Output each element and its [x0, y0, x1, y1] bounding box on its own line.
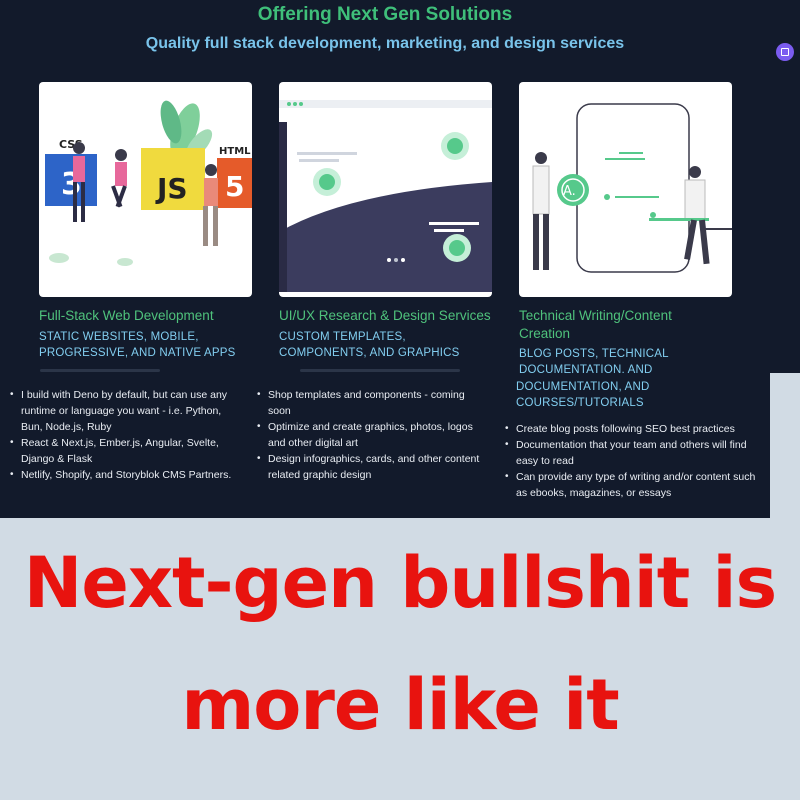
list-item: I build with Deno by default, but can us…	[9, 387, 244, 435]
card-tags-technical-writing-lower: DOCUMENTATION, AND COURSES/TUTORIALS	[516, 381, 650, 409]
card-title-fullstack: Full-Stack Web Development	[39, 308, 214, 323]
list-item: Design infographics, cards, and other co…	[256, 451, 484, 483]
technical-writing-illustration: A.	[519, 82, 732, 297]
section-subtitle: Quality full stack development, marketin…	[145, 35, 625, 52]
avatar-badge-letter: A.	[563, 184, 576, 199]
meme-caption-line-1: Next-gen bullshit is	[23, 542, 777, 624]
list-item: Optimize and create graphics, photos, lo…	[256, 419, 484, 451]
html-number: 5	[225, 170, 244, 203]
html-label: HTML	[219, 146, 251, 157]
list-item: Netlify, Shopify, and Storyblok CMS Part…	[9, 467, 244, 483]
cut-text-remnant	[40, 369, 160, 372]
meme-caption-line-2: more like it	[181, 664, 619, 746]
list-item: Can provide any type of writing and/or c…	[504, 469, 759, 501]
card-tags-technical-writing-upper: BLOG POSTS, TECHNICAL DOCUMENTATION, AND	[519, 348, 669, 373]
card-tags-fullstack: STATIC WEBSITES, MOBILE, PROGRESSIVE, AN…	[39, 331, 236, 359]
card-title-uiux: UI/UX Research & Design Services	[279, 308, 491, 323]
card-title-technical-writing: Technical Writing/Content Creation	[519, 308, 672, 341]
js-label: JS	[155, 172, 188, 205]
uiux-illustration	[279, 82, 492, 297]
cut-text-remnant	[300, 369, 460, 372]
list-item: Shop templates and components - coming s…	[256, 387, 484, 419]
fullstack-illustration: CSS 3 JS HTML 5	[39, 82, 252, 297]
floating-edit-button[interactable]	[776, 43, 794, 61]
fullstack-bullet-list: I build with Deno by default, but can us…	[9, 387, 244, 483]
services-section-upper: Offering Next Gen Solutions Quality full…	[0, 0, 800, 373]
website-screenshot: Offering Next Gen Solutions Quality full…	[0, 0, 800, 518]
fullstack-illustration-svg: CSS 3 JS HTML 5	[45, 100, 252, 266]
section-title: Offering Next Gen Solutions	[257, 4, 513, 25]
technical-writing-illustration-svg: A.	[532, 103, 732, 273]
technical-writing-bullet-list: Create blog posts following SEO best pra…	[504, 421, 759, 501]
card-tags-uiux: CUSTOM TEMPLATES, COMPONENTS, AND GRAPHI…	[279, 331, 460, 359]
list-item: React & Next.js, Ember.js, Angular, Svel…	[9, 435, 244, 467]
uiux-illustration-svg	[279, 100, 492, 292]
list-item: Create blog posts following SEO best pra…	[504, 421, 759, 437]
list-item: Documentation that your team and others …	[504, 437, 759, 469]
uiux-bullet-list: Shop templates and components - coming s…	[256, 387, 484, 483]
services-section-lower: I build with Deno by default, but can us…	[0, 373, 770, 518]
edit-icon	[781, 48, 789, 56]
